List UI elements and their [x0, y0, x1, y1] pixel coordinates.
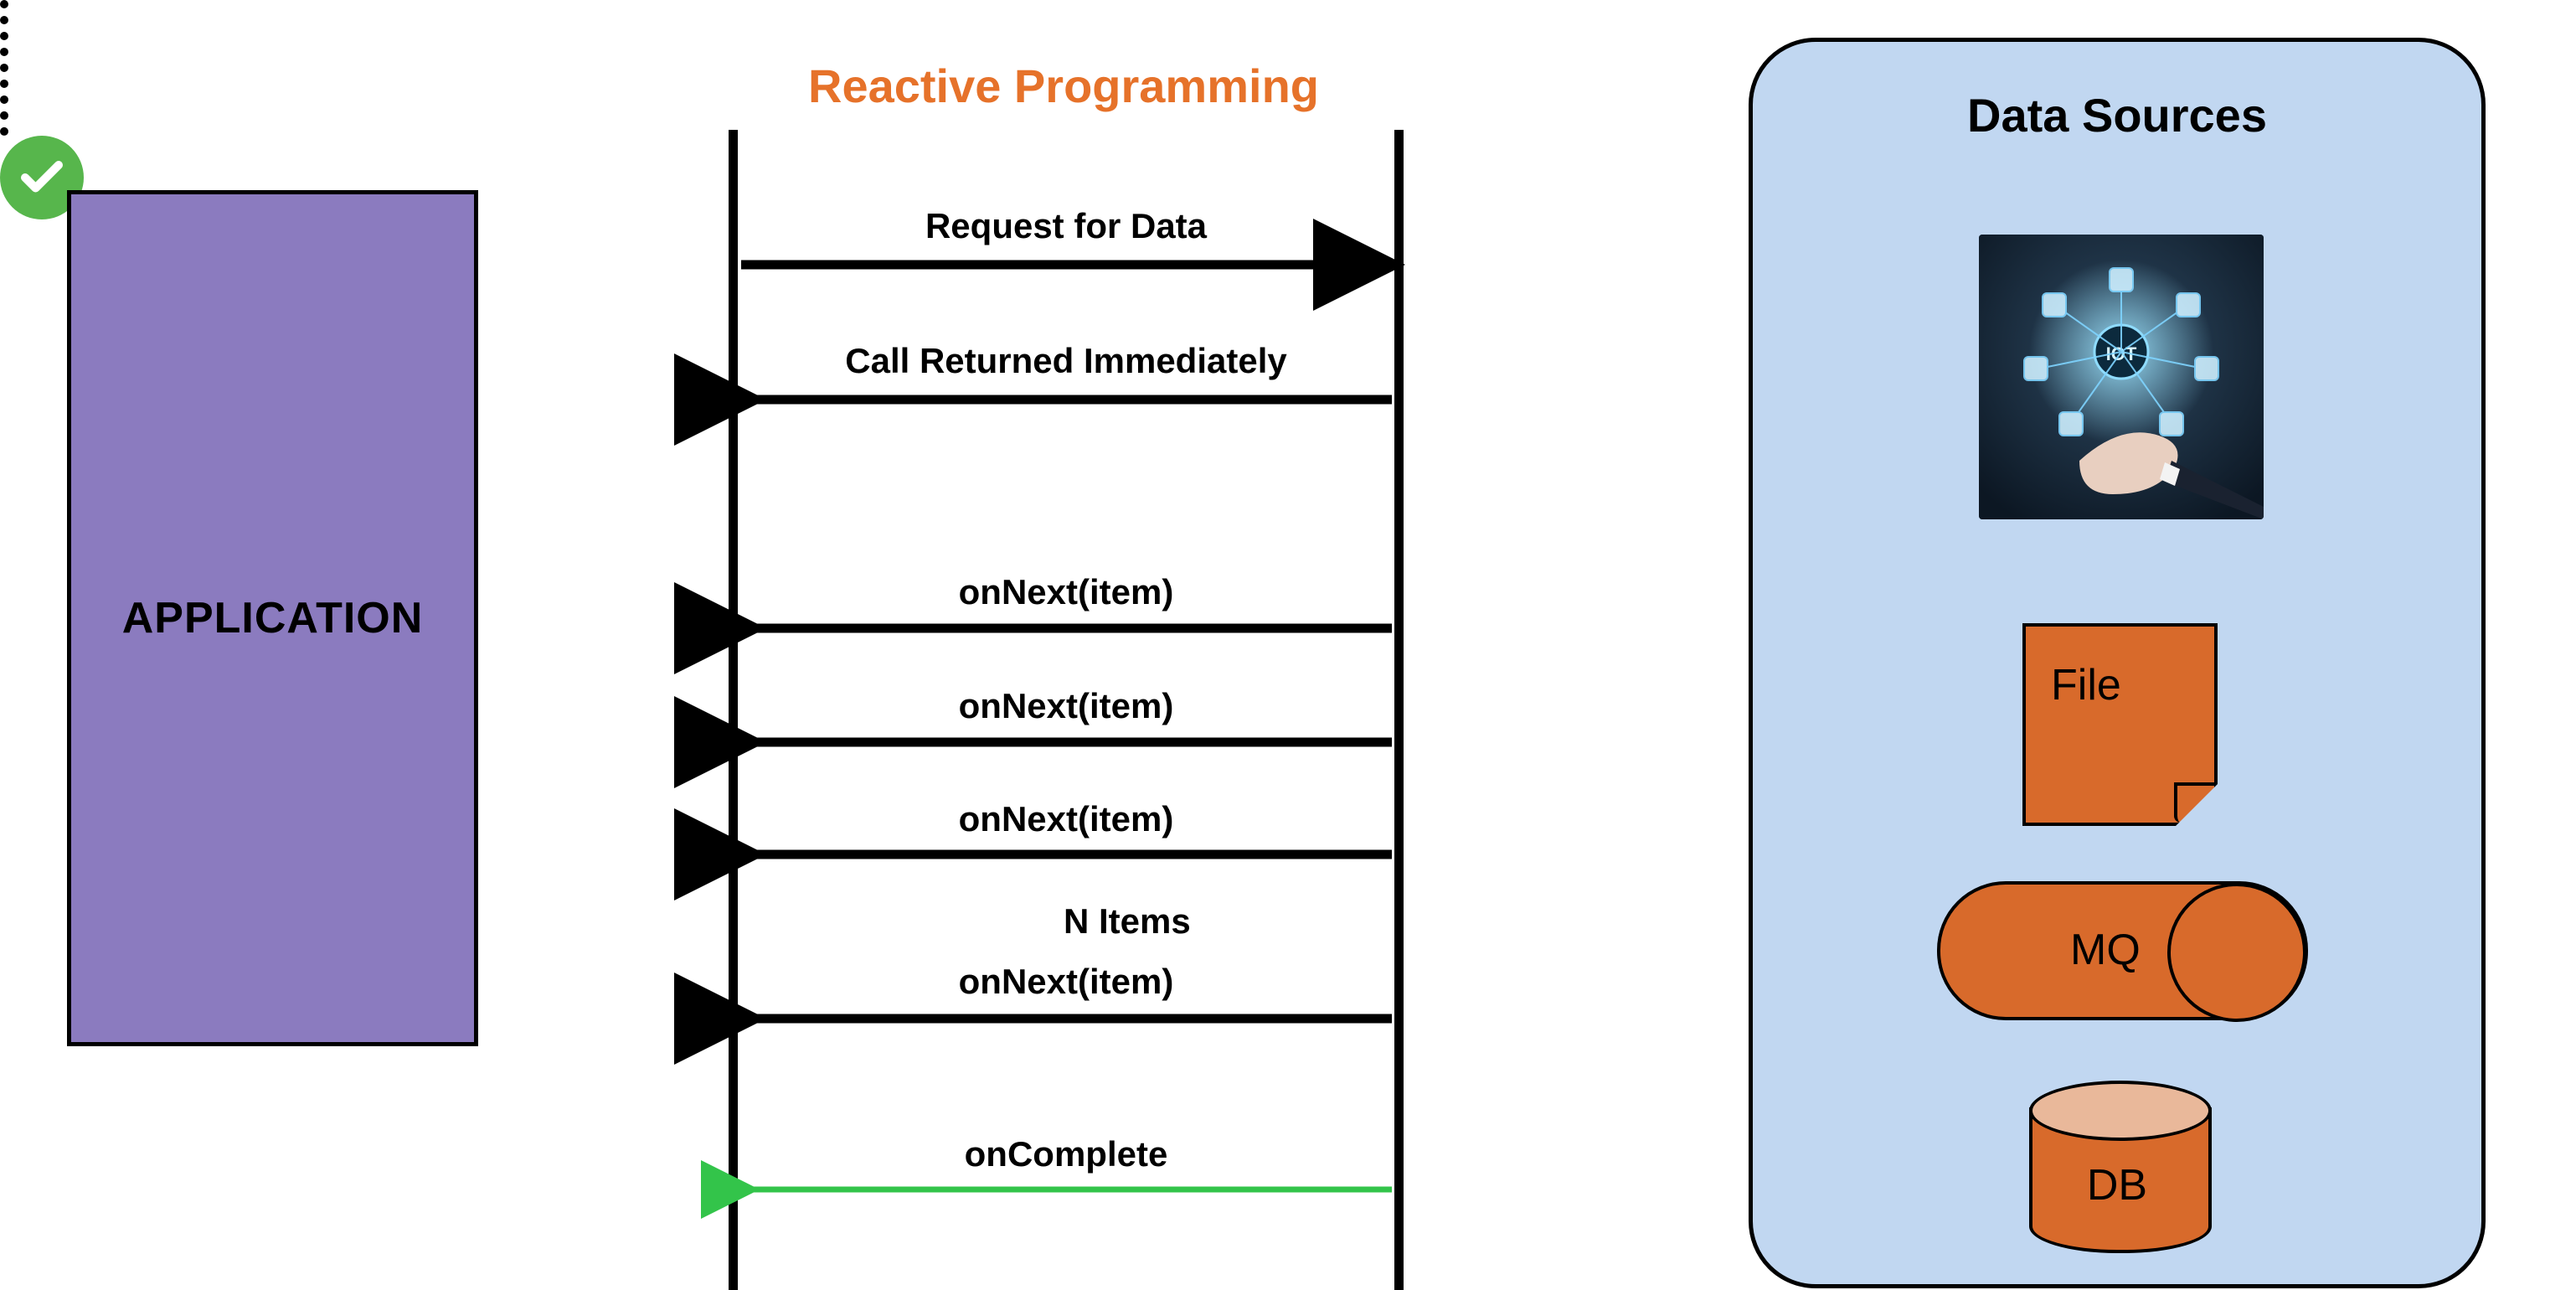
file-label: File [2051, 660, 2121, 710]
arrow-label-nitems: N Items [1064, 901, 1315, 942]
mq-label: MQ [2070, 925, 2141, 975]
diagram-title: Reactive Programming [737, 59, 1390, 113]
data-sources-panel: Data Sources IOT [1749, 38, 2486, 1288]
db-icon: DB [2029, 1081, 2205, 1256]
application-label: APPLICATION [122, 593, 424, 643]
application-box: APPLICATION [67, 190, 478, 1046]
mq-icon: MQ [1937, 881, 2308, 1020]
mq-cap [2167, 883, 2306, 1022]
arrow-label-oncomplete: onComplete [737, 1134, 1395, 1174]
arrow-label-onnext-4: onNext(item) [737, 962, 1395, 1002]
file-icon: File [2022, 623, 2218, 826]
iot-image: IOT [1979, 235, 2264, 519]
arrow-label-onnext-3: onNext(item) [737, 799, 1395, 839]
data-sources-title: Data Sources [1753, 88, 2481, 142]
arrow-label-request: Request for Data [737, 206, 1395, 246]
arrow-label-onnext-1: onNext(item) [737, 572, 1395, 612]
db-top [2029, 1081, 2212, 1141]
timeline-bar-right [1394, 130, 1404, 1290]
arrow-label-returned: Call Returned Immediately [737, 341, 1395, 381]
dots-continuation [0, 0, 15, 136]
diagram-stage: APPLICATION Reactive Programming Request… [0, 0, 2576, 1290]
arrow-label-onnext-2: onNext(item) [737, 686, 1395, 726]
db-label: DB [2029, 1160, 2205, 1210]
